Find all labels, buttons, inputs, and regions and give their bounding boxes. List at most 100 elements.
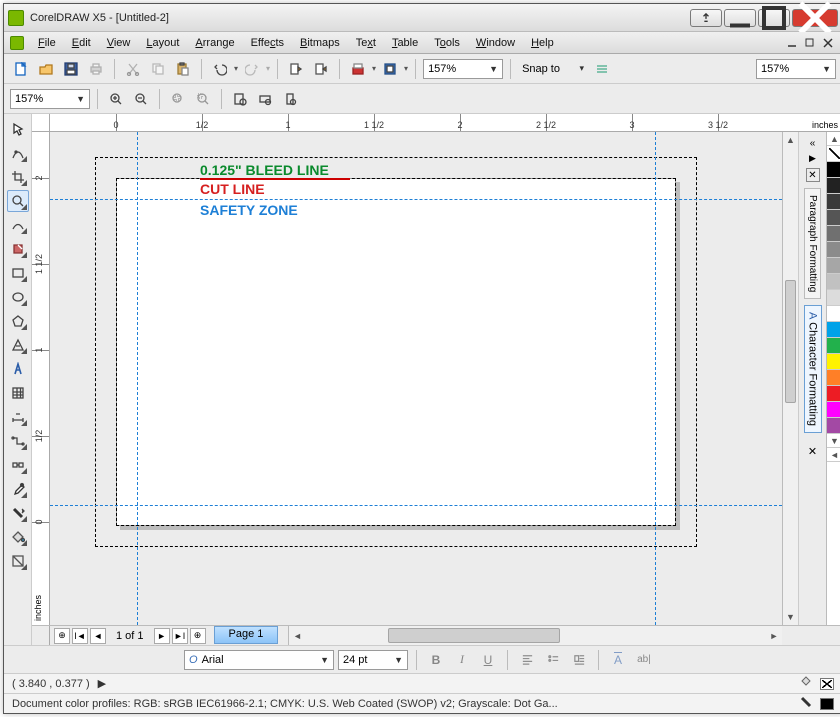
docker-pin-icon[interactable]: ✕ bbox=[808, 445, 817, 458]
swatch[interactable] bbox=[827, 338, 840, 354]
ruler-origin[interactable] bbox=[32, 114, 50, 131]
outline-tool[interactable] bbox=[7, 502, 29, 524]
print-button[interactable] bbox=[85, 58, 107, 80]
undo-button[interactable] bbox=[209, 58, 231, 80]
fill-indicator-icon[interactable] bbox=[800, 676, 812, 691]
swatch[interactable] bbox=[827, 242, 840, 258]
edit-text-button[interactable]: ab| bbox=[633, 649, 655, 671]
palette-flyout-icon[interactable]: ◄ bbox=[827, 448, 840, 462]
doc-restore-button[interactable] bbox=[804, 37, 818, 49]
swatch[interactable] bbox=[827, 402, 840, 418]
add-page-after-button[interactable]: ⊕ bbox=[190, 628, 206, 644]
swatch[interactable] bbox=[827, 194, 840, 210]
zoom-combo-3[interactable]: 157%▼ bbox=[10, 89, 90, 109]
table-tool[interactable] bbox=[7, 382, 29, 404]
swatch[interactable] bbox=[827, 322, 840, 338]
zoom-selection-button[interactable] bbox=[167, 88, 189, 110]
char-format-button[interactable]: A bbox=[607, 649, 629, 671]
menu-arrange[interactable]: Arrange bbox=[187, 35, 242, 51]
guide-bottom[interactable] bbox=[50, 505, 782, 506]
guide-right[interactable] bbox=[655, 132, 656, 625]
options-button[interactable] bbox=[591, 58, 613, 80]
basic-shapes-tool[interactable] bbox=[7, 334, 29, 356]
crop-tool[interactable] bbox=[7, 166, 29, 188]
horizontal-scrollbar[interactable]: ◄ ► bbox=[288, 626, 782, 645]
menu-help[interactable]: Help bbox=[523, 35, 562, 51]
menu-layout[interactable]: Layout bbox=[138, 35, 187, 51]
menu-bitmaps[interactable]: Bitmaps bbox=[292, 35, 348, 51]
connector-tool[interactable] bbox=[7, 430, 29, 452]
freehand-tool[interactable] bbox=[7, 214, 29, 236]
polygon-tool[interactable] bbox=[7, 310, 29, 332]
guide-top[interactable] bbox=[50, 199, 782, 200]
shape-tool[interactable] bbox=[7, 142, 29, 164]
zoom-height-button[interactable] bbox=[279, 88, 301, 110]
horizontal-ruler[interactable]: 0 1/2 1 1 1/2 2 2 1/2 3 3 1/2 inches bbox=[50, 114, 840, 131]
drawing-canvas[interactable]: 0.125" BLEED LINE CUT LINE SAFETY ZONE bbox=[50, 132, 782, 625]
swatch-none[interactable] bbox=[827, 146, 840, 162]
outline-black-swatch[interactable] bbox=[820, 698, 834, 710]
close-button[interactable] bbox=[792, 9, 838, 27]
swatch[interactable] bbox=[827, 306, 840, 322]
open-button[interactable] bbox=[35, 58, 57, 80]
docker-tab-character[interactable]: A Character Formatting bbox=[804, 305, 822, 433]
outline-indicator-icon[interactable] bbox=[800, 696, 812, 711]
swatch[interactable] bbox=[827, 258, 840, 274]
export-button[interactable] bbox=[310, 58, 332, 80]
zoom-combo-1[interactable]: 157%▼ bbox=[423, 59, 503, 79]
snapto-combo[interactable]: Snap to▾ bbox=[518, 59, 588, 79]
dimension-tool[interactable] bbox=[7, 406, 29, 428]
menu-window[interactable]: Window bbox=[468, 35, 523, 51]
smart-fill-tool[interactable] bbox=[7, 238, 29, 260]
zoom-in-button[interactable] bbox=[105, 88, 127, 110]
menu-table[interactable]: Table bbox=[384, 35, 426, 51]
new-button[interactable] bbox=[10, 58, 32, 80]
menu-file[interactable]: File bbox=[30, 35, 64, 51]
swatch[interactable] bbox=[827, 354, 840, 370]
font-combo[interactable]: OArial▼ bbox=[184, 650, 334, 670]
menu-effects[interactable]: Effects bbox=[243, 35, 292, 51]
save-button[interactable] bbox=[60, 58, 82, 80]
zoom-all-button[interactable] bbox=[192, 88, 214, 110]
docker-tab-paragraph[interactable]: Paragraph Formatting bbox=[804, 188, 821, 299]
italic-button[interactable]: I bbox=[451, 649, 473, 671]
bullets-button[interactable] bbox=[542, 649, 564, 671]
swatch[interactable] bbox=[827, 178, 840, 194]
swatch[interactable] bbox=[827, 210, 840, 226]
app-launcher-button[interactable] bbox=[379, 58, 401, 80]
zoom-out-button[interactable] bbox=[130, 88, 152, 110]
palette-up-icon[interactable]: ▲ bbox=[827, 132, 840, 146]
text-tool[interactable] bbox=[7, 358, 29, 380]
align-button[interactable] bbox=[516, 649, 538, 671]
dropcap-button[interactable] bbox=[568, 649, 590, 671]
eyedropper-tool[interactable] bbox=[7, 478, 29, 500]
minimize-button[interactable] bbox=[724, 9, 756, 27]
import-button[interactable] bbox=[285, 58, 307, 80]
status-next-icon[interactable]: ▶ bbox=[98, 677, 106, 690]
last-page-button[interactable]: ►I bbox=[172, 628, 188, 644]
first-page-button[interactable]: I◄ bbox=[72, 628, 88, 644]
fill-tool[interactable] bbox=[7, 526, 29, 548]
page-tab-1[interactable]: Page 1 bbox=[214, 626, 279, 644]
publish-pdf-button[interactable] bbox=[347, 58, 369, 80]
guide-left[interactable] bbox=[137, 132, 138, 625]
prev-page-button[interactable]: ◄ bbox=[90, 628, 106, 644]
menu-tools[interactable]: Tools bbox=[426, 35, 468, 51]
paste-button[interactable] bbox=[172, 58, 194, 80]
bold-button[interactable]: B bbox=[425, 649, 447, 671]
menu-view[interactable]: View bbox=[99, 35, 139, 51]
font-size-combo[interactable]: 24 pt▼ bbox=[338, 650, 408, 670]
swatch[interactable] bbox=[827, 226, 840, 242]
vertical-ruler[interactable]: 2 1 1/2 1 1/2 0 inches bbox=[32, 132, 50, 625]
doc-minimize-button[interactable] bbox=[786, 37, 800, 49]
fill-none-swatch[interactable] bbox=[820, 678, 834, 690]
menu-text[interactable]: Text bbox=[348, 35, 384, 51]
menu-edit[interactable]: Edit bbox=[64, 35, 99, 51]
swatch[interactable] bbox=[827, 162, 840, 178]
next-page-button[interactable]: ► bbox=[154, 628, 170, 644]
zoom-page-button[interactable] bbox=[229, 88, 251, 110]
add-page-button[interactable]: ⊕ bbox=[54, 628, 70, 644]
cut-button[interactable] bbox=[122, 58, 144, 80]
doc-close-button[interactable] bbox=[822, 37, 836, 49]
copy-button[interactable] bbox=[147, 58, 169, 80]
